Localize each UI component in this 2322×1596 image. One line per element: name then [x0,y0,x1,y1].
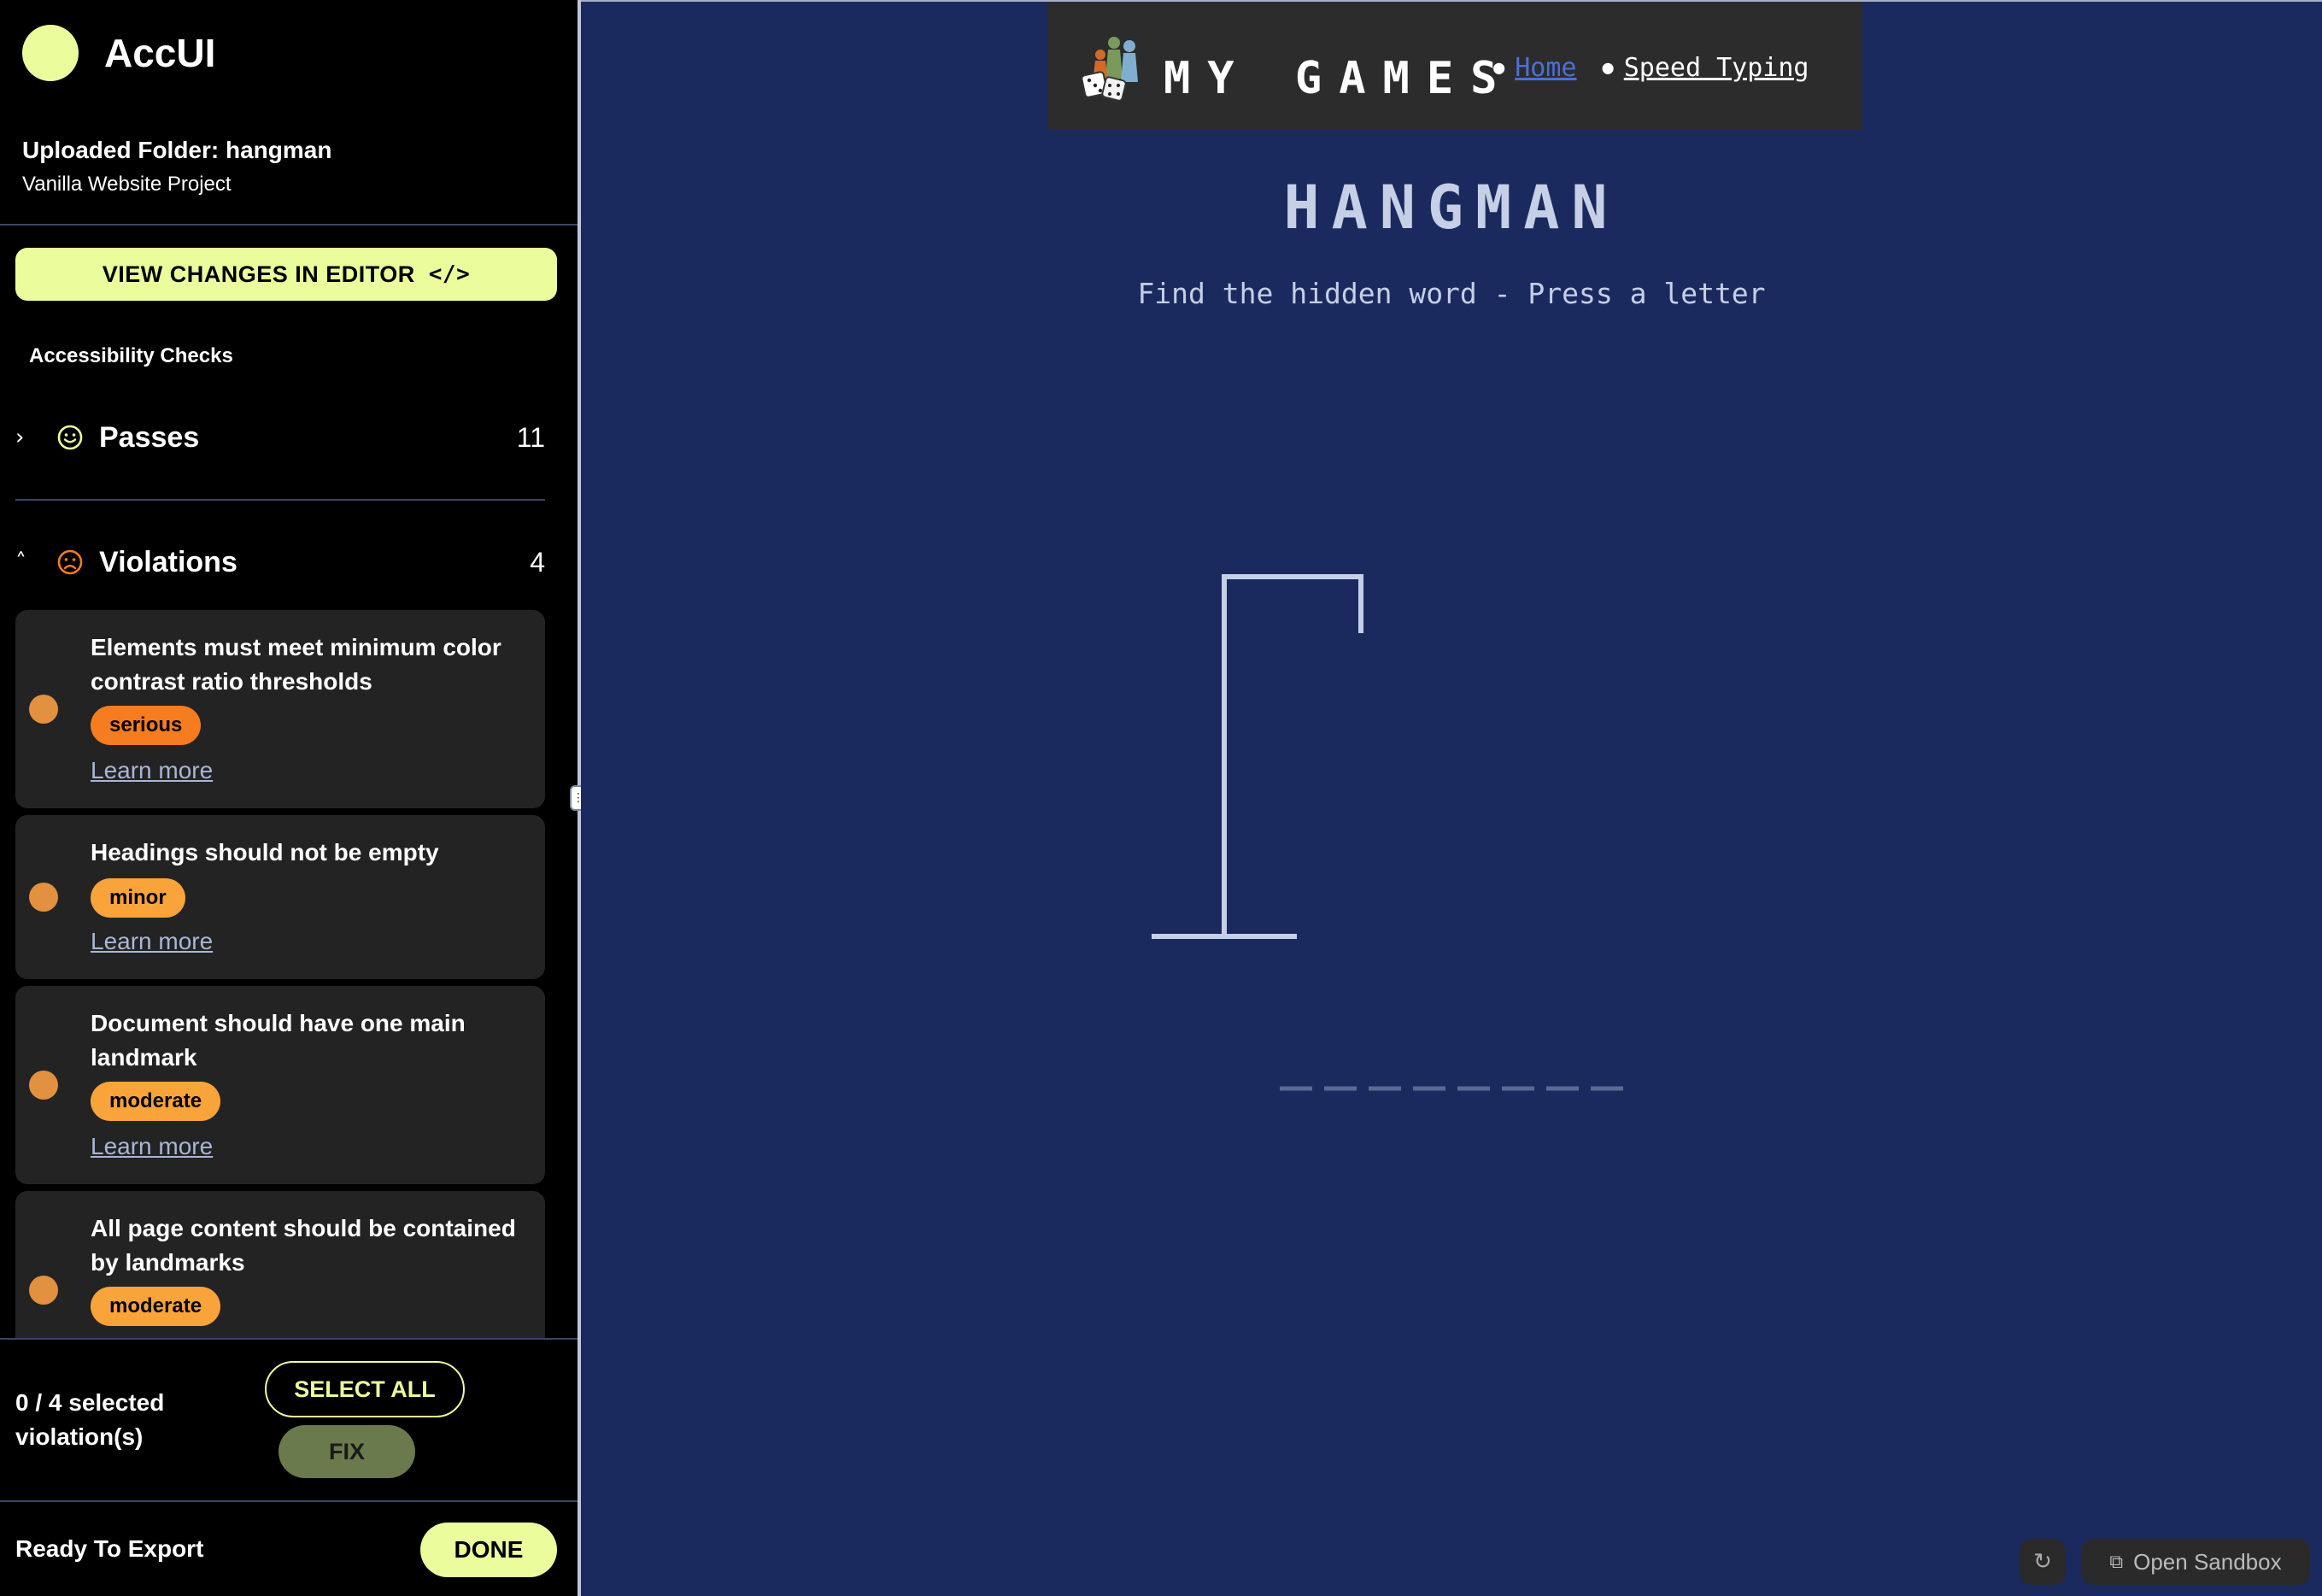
app-logo: AccUI [22,24,215,82]
site-navbar: MY GAMES ● Home ● Speed Typing [1047,2,1862,130]
violation-select-indicator[interactable] [29,883,58,912]
divider [0,1500,578,1502]
project-type: Vanilla Website Project [22,173,232,196]
severity-badge: moderate [91,1287,221,1326]
uploaded-folder-label: Uploaded Folder: hangman [22,137,332,163]
violation-card[interactable]: Document should have one main landmark m… [15,986,545,1184]
violation-select-indicator[interactable] [29,1071,58,1100]
violation-title: Elements must meet minimum color contras… [91,634,501,695]
violations-label: Violations [99,545,237,578]
violation-card[interactable]: Elements must meet minimum color contras… [15,610,545,808]
nav-link-home[interactable]: Home [1515,53,1576,83]
code-icon: </> [428,261,471,287]
divider [0,1338,578,1340]
open-sandbox-button[interactable]: ⧉ Open Sandbox [2081,1539,2310,1585]
logo-circle-icon [22,25,79,81]
frown-icon [57,549,83,575]
severity-badge: minor [91,878,185,918]
learn-more-link[interactable]: Learn more [91,928,213,955]
violation-title: Document should have one main landmark [91,1010,466,1071]
fix-button[interactable]: FIX [279,1425,415,1478]
violation-card[interactable]: All page content should be contained by … [15,1191,545,1338]
divider [15,499,545,501]
violation-title: Headings should not be empty [91,839,439,865]
divider [0,224,578,226]
smiley-icon [57,425,83,450]
refresh-icon: ↻ [2033,1549,2052,1575]
view-changes-in-editor-button[interactable]: VIEW CHANGES IN EDITOR </> [15,248,557,301]
select-all-button[interactable]: SELECT ALL [265,1361,465,1417]
nav-links: ● Home ● Speed Typing [1493,53,1809,83]
passes-group-toggle[interactable]: › Passes 11 [15,414,545,461]
passes-label: Passes [99,420,200,454]
sidebar: AccUI Uploaded Folder: hangman Vanilla W… [0,0,578,1596]
open-sandbox-label: Open Sandbox [2133,1548,2282,1575]
learn-more-link[interactable]: Learn more [91,757,213,784]
accessibility-checks-heading: Accessibility Checks [29,344,233,367]
learn-more-link[interactable]: Learn more [91,1133,213,1160]
violations-count: 4 [530,546,545,578]
site-title: MY GAMES [1164,53,1515,104]
external-link-icon: ⧉ [2109,1551,2124,1573]
violation-select-indicator[interactable] [29,1276,58,1305]
app-name: AccUI [104,31,216,75]
board-games-logo-icon [1081,37,1138,102]
game-title: HANGMAN [1283,173,1620,243]
violation-card[interactable]: Headings should not be empty minor Learn… [15,815,545,979]
refresh-button[interactable]: ↻ [2020,1539,2066,1585]
violations-group-toggle[interactable]: ˄ Violations 4 [15,538,545,586]
selection-status: 0 / 4 selected violation(s) [15,1389,165,1450]
bullet-icon: ● [1493,57,1505,79]
website-preview: MY GAMES ● Home ● Speed Typing HANGMAN F… [581,0,2322,1596]
violation-title: All page content should be contained by … [91,1215,516,1276]
violation-select-indicator[interactable] [29,695,58,724]
done-button[interactable]: DONE [420,1523,557,1577]
game-instructions: Find the hidden word - Press a letter [1137,277,1766,310]
passes-count: 11 [516,421,545,453]
project-info: Uploaded Folder: hangman Vanilla Website… [22,137,331,197]
severity-badge: moderate [91,1082,221,1121]
nav-link-speed-typing[interactable]: Speed Typing [1624,53,1809,83]
severity-badge: serious [91,706,202,745]
chevron-up-icon: ˄ [15,549,26,575]
chevron-right-icon: › [15,425,25,450]
export-status: Ready To Export [15,1535,204,1562]
bullet-icon: ● [1602,57,1614,79]
view-changes-label: VIEW CHANGES IN EDITOR [102,261,415,287]
